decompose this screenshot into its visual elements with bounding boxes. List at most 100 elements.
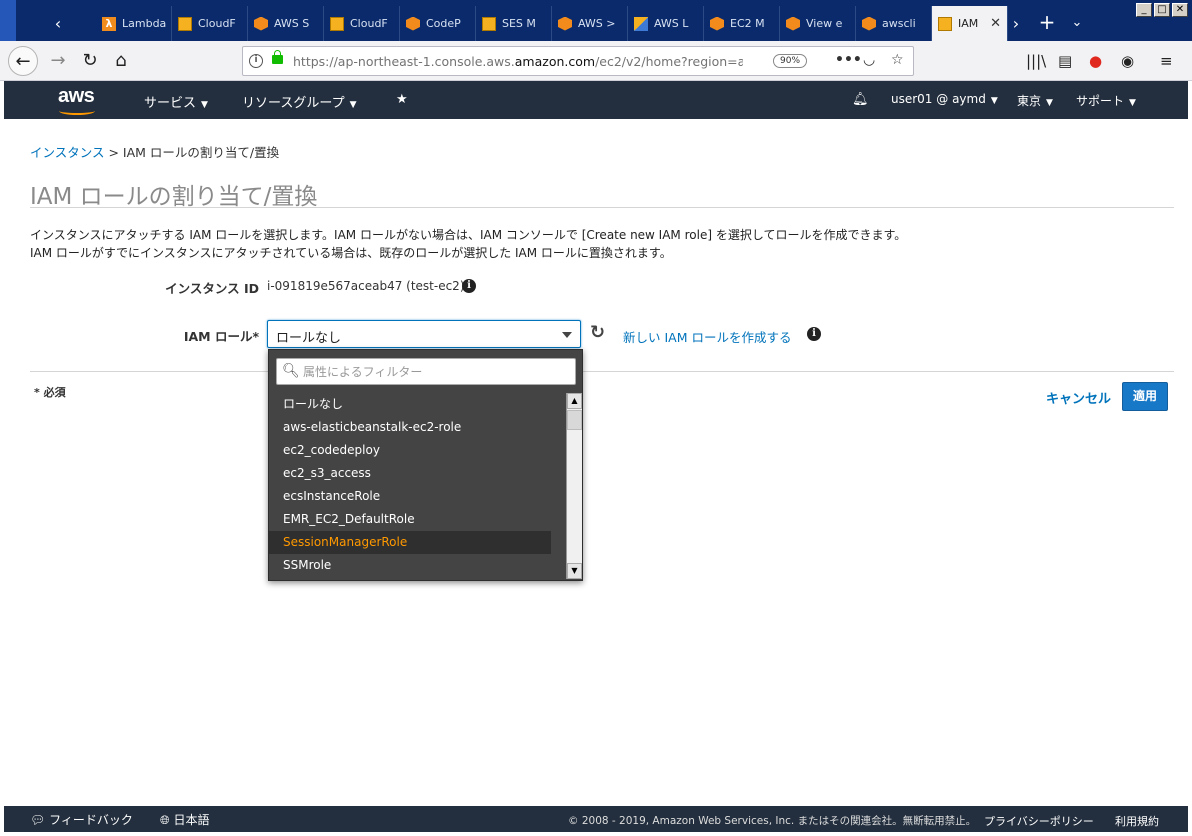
chevron-down-icon: ▼ bbox=[201, 100, 208, 110]
tab-awscli[interactable]: awscli bbox=[856, 6, 932, 41]
url-text[interactable]: https://ap-northeast-1.console.aws.amazo… bbox=[293, 54, 743, 69]
bookmark-star-icon[interactable]: ☆ bbox=[891, 52, 904, 68]
zoom-badge[interactable]: 90% bbox=[773, 54, 808, 68]
tab-label: View e bbox=[806, 17, 843, 30]
globe-icon: 🌐︎ bbox=[160, 813, 170, 827]
info-icon[interactable]: i bbox=[807, 327, 821, 341]
tab-iam-active[interactable]: IAM ✕ bbox=[932, 6, 1008, 41]
site-info-icon[interactable]: i bbox=[249, 54, 263, 68]
home-icon[interactable]: ⌂ bbox=[106, 46, 136, 76]
account-icon[interactable]: ◉ bbox=[1121, 52, 1134, 70]
role-option[interactable]: ecsInstanceRole bbox=[269, 485, 551, 508]
scroll-up-arrow-icon[interactable]: ▲ bbox=[567, 393, 582, 409]
url-bar[interactable]: i https://ap-northeast-1.console.aws.ama… bbox=[242, 46, 914, 76]
browser-tab-strip: ‹ λ Lambda CloudF AWS S CloudF CodeP SES … bbox=[0, 0, 1192, 41]
minimize-icon[interactable]: _ bbox=[1136, 3, 1152, 17]
support-menu[interactable]: サポート ▼ bbox=[1076, 92, 1136, 109]
role-option[interactable]: SSMrole bbox=[269, 554, 551, 577]
privacy-policy-link[interactable]: プライバシーポリシー bbox=[984, 813, 1094, 829]
tab-list-chevron-icon[interactable]: ⌄ bbox=[1062, 6, 1092, 41]
scroll-down-arrow-icon[interactable]: ▼ bbox=[567, 563, 582, 579]
sidebar-icon[interactable]: ▤ bbox=[1058, 52, 1072, 70]
role-option-highlighted[interactable]: SessionManagerRole bbox=[269, 531, 551, 554]
new-tab-icon[interactable]: + bbox=[1032, 6, 1062, 41]
tab-label: IAM bbox=[958, 17, 979, 30]
tab-label: AWS S bbox=[274, 17, 310, 30]
pocket-icon[interactable]: ◡ bbox=[863, 52, 875, 68]
lock-icon[interactable] bbox=[272, 50, 283, 64]
main-content: インスタンス > IAM ロールの割り当て/置換 IAM ロールの割り当て/置換… bbox=[4, 119, 1188, 806]
tab-aws-gt[interactable]: AWS > bbox=[552, 6, 628, 41]
window-controls: _ □ ✕ bbox=[1136, 3, 1188, 17]
breadcrumb-instances-link[interactable]: インスタンス bbox=[30, 145, 105, 160]
create-iam-role-link[interactable]: 新しい IAM ロールを作成する bbox=[623, 327, 791, 346]
chevron-down-icon: ▼ bbox=[1046, 98, 1053, 108]
library-icon[interactable]: |||\ bbox=[1026, 52, 1046, 70]
instance-id-value: i-091819e567aceab47 (test-ec2) bbox=[267, 279, 465, 293]
tab-view[interactable]: View e bbox=[780, 6, 856, 41]
tab-cloudformation-1[interactable]: CloudF bbox=[172, 6, 248, 41]
iam-role-select[interactable]: ロールなし bbox=[267, 320, 581, 348]
role-option[interactable]: ec2_codedeploy bbox=[269, 439, 551, 462]
divider bbox=[30, 371, 1174, 372]
tab-label: SES M bbox=[502, 17, 536, 30]
back-arrow-icon[interactable]: ← bbox=[8, 46, 38, 76]
maximize-icon[interactable]: □ bbox=[1154, 3, 1170, 17]
apply-button[interactable]: 適用 bbox=[1122, 382, 1168, 411]
scrollbar-thumb[interactable] bbox=[567, 410, 582, 430]
box-icon bbox=[330, 16, 344, 31]
lambda-icon: λ bbox=[102, 16, 116, 31]
description-line-1: インスタンスにアタッチする IAM ロールを選択します。IAM ロールがない場合… bbox=[30, 228, 907, 242]
role-option[interactable]: ロールなし bbox=[269, 393, 551, 416]
feedback-button[interactable]: 💬︎ フィードバック bbox=[30, 811, 133, 828]
role-filter-box[interactable]: 🔍︎ bbox=[276, 358, 576, 385]
aws-cube-icon bbox=[558, 16, 572, 31]
tab-scroll-left-icon[interactable]: ‹ bbox=[46, 6, 70, 41]
feedback-label: フィードバック bbox=[49, 813, 133, 827]
role-option[interactable]: aws-elasticbeanstalk-ec2-role bbox=[269, 416, 551, 439]
tab-cloudformation-2[interactable]: CloudF bbox=[324, 6, 400, 41]
region-label: 東京 bbox=[1017, 94, 1042, 108]
instance-id-label: インスタンス ID bbox=[165, 281, 259, 296]
tab-ec2[interactable]: EC2 M bbox=[704, 6, 780, 41]
close-window-icon[interactable]: ✕ bbox=[1172, 3, 1188, 17]
chevron-down-icon: ▼ bbox=[349, 100, 357, 110]
services-menu[interactable]: サービス ▼ bbox=[144, 92, 208, 111]
cancel-button[interactable]: キャンセル bbox=[1046, 388, 1111, 407]
speech-bubble-icon: 💬︎ bbox=[30, 813, 46, 827]
copyright: © 2008 - 2019, Amazon Web Services, Inc.… bbox=[568, 815, 977, 827]
refresh-icon[interactable]: ↻ bbox=[590, 322, 605, 343]
language-selector[interactable]: 🌐︎ 日本語 bbox=[160, 811, 209, 828]
page-actions-icon[interactable]: ••• bbox=[835, 52, 862, 68]
tab-ses[interactable]: SES M bbox=[476, 6, 552, 41]
console-footer: 💬︎ フィードバック 🌐︎ 日本語 © 2008 - 2019, Amazon … bbox=[4, 806, 1188, 832]
role-filter-input[interactable] bbox=[303, 363, 563, 381]
user-label: user01 @ aymd bbox=[891, 92, 986, 106]
tab-aws-l[interactable]: AWS L bbox=[628, 6, 704, 41]
aws-logo[interactable]: aws bbox=[58, 85, 95, 115]
user-menu[interactable]: user01 @ aymd ▼ bbox=[891, 92, 998, 106]
forward-arrow-icon[interactable]: → bbox=[43, 46, 73, 76]
role-option[interactable]: EMR_EC2_DefaultRole bbox=[269, 508, 551, 531]
reload-icon[interactable]: ↻ bbox=[75, 46, 105, 76]
mixed-icon bbox=[634, 16, 648, 31]
menu-icon[interactable]: ≡ bbox=[1160, 52, 1173, 70]
info-icon[interactable]: i bbox=[462, 279, 476, 293]
resource-groups-menu[interactable]: リソースグループ ▼ bbox=[242, 92, 357, 111]
bell-icon[interactable]: 🔔︎ bbox=[852, 92, 869, 107]
tab-lambda[interactable]: λ Lambda bbox=[96, 6, 172, 41]
dropdown-scrollbar[interactable]: ▲ ▼ bbox=[566, 393, 582, 579]
pin-icon[interactable]: ★ bbox=[396, 92, 408, 107]
role-option[interactable]: ec2_s3_access bbox=[269, 462, 551, 485]
tab-label: CloudF bbox=[350, 17, 388, 30]
tab-scroll-right-icon[interactable]: › bbox=[1004, 6, 1028, 41]
region-menu[interactable]: 東京 ▼ bbox=[1017, 92, 1053, 109]
aws-logo-smile bbox=[59, 107, 95, 115]
resource-groups-label: リソースグループ bbox=[242, 96, 345, 111]
close-tab-icon[interactable]: ✕ bbox=[990, 16, 1001, 31]
terms-link[interactable]: 利用規約 bbox=[1115, 813, 1159, 829]
required-note: * 必須 bbox=[34, 386, 66, 399]
tab-codepipeline[interactable]: CodeP bbox=[400, 6, 476, 41]
extension-icon[interactable]: ● bbox=[1089, 52, 1102, 70]
tab-aws-s[interactable]: AWS S bbox=[248, 6, 324, 41]
